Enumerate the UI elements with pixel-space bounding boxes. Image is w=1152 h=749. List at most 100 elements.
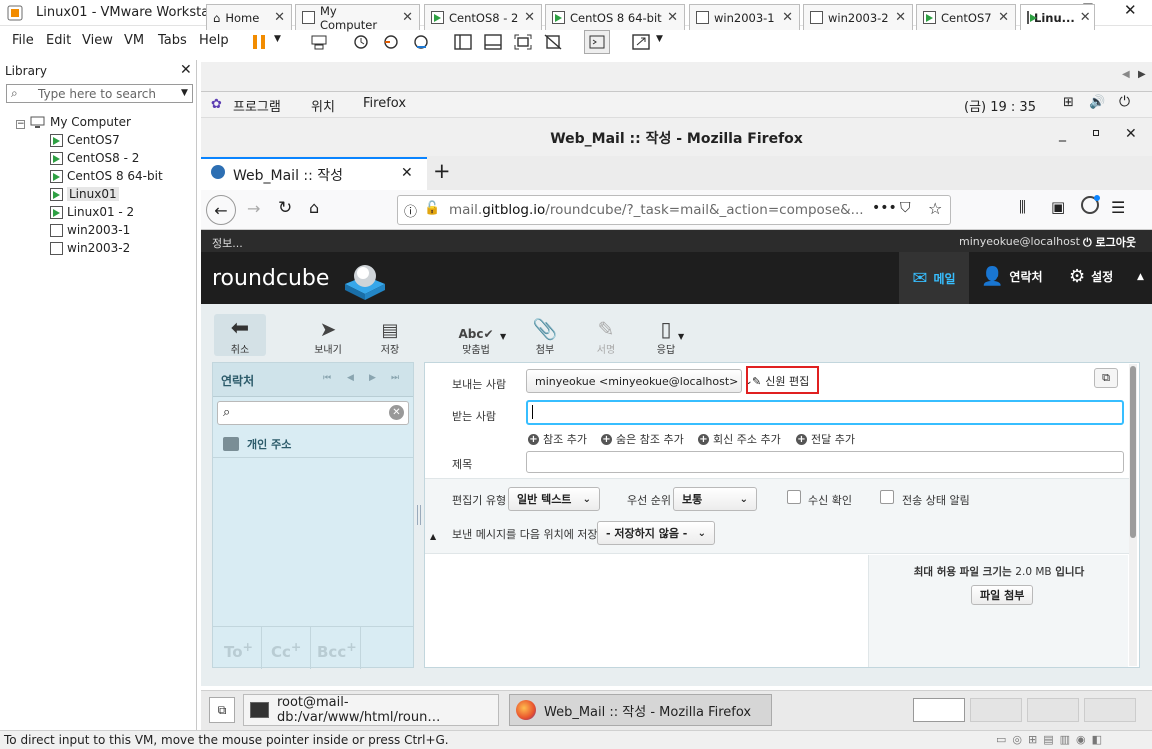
- nav-mail[interactable]: ✉ 메일: [899, 252, 969, 304]
- add-to-button[interactable]: To+: [213, 627, 262, 669]
- compose-scrollbar[interactable]: [1129, 364, 1137, 666]
- spellcheck-button[interactable]: Abc✔ 맞춤법: [446, 314, 506, 356]
- close-library-icon[interactable]: ✕: [180, 62, 192, 78]
- tab-vm[interactable]: win2003-1 ✕: [689, 4, 800, 30]
- full-screen-icon[interactable]: [510, 30, 536, 54]
- tree-my-computer[interactable]: My Computer: [30, 115, 131, 129]
- console-view-icon[interactable]: [584, 30, 610, 54]
- clear-search-icon[interactable]: ✕: [389, 405, 404, 420]
- page-actions-icon[interactable]: •••: [872, 200, 897, 216]
- splitter-handle[interactable]: [417, 505, 421, 525]
- close-tab-icon[interactable]: ✕: [782, 10, 793, 25]
- stretch-icon[interactable]: [628, 30, 654, 54]
- address-book-item[interactable]: 개인 주소: [213, 431, 413, 458]
- send-button[interactable]: ➤ 보내기: [298, 314, 358, 356]
- unity-icon[interactable]: [540, 30, 566, 54]
- tab-vm[interactable]: CentOS8 - 2 ✕: [424, 4, 542, 30]
- gnome-places-menu[interactable]: 위치: [311, 96, 335, 115]
- menu-file[interactable]: File: [12, 33, 34, 48]
- collapse-options-icon[interactable]: ▲: [430, 532, 436, 541]
- tree-vm[interactable]: CentOS7: [50, 131, 120, 149]
- close-tab-icon[interactable]: ✕: [401, 165, 413, 181]
- close-tab-icon[interactable]: ✕: [1080, 10, 1091, 25]
- thumbnail-bar-icon[interactable]: [480, 30, 506, 54]
- first-page-icon[interactable]: ⏮: [323, 373, 331, 383]
- menu-vm[interactable]: VM: [124, 33, 144, 48]
- taskbar-terminal[interactable]: root@mail-db:/var/www/html/roun…: [243, 694, 499, 726]
- chevron-down-icon[interactable]: ▼: [500, 332, 506, 341]
- library-icon[interactable]: ⫼: [1019, 198, 1026, 216]
- about-link[interactable]: 정보...: [212, 235, 243, 251]
- chevron-down-icon[interactable]: ▼: [678, 332, 684, 341]
- bookmark-star-icon[interactable]: ☆: [928, 199, 942, 218]
- chevron-up-icon[interactable]: ▲: [1137, 272, 1144, 282]
- forward-button[interactable]: →: [247, 199, 260, 218]
- tab-vm[interactable]: win2003-2 ✕: [803, 4, 913, 30]
- tab-my-computer[interactable]: My Computer ✕: [295, 4, 420, 32]
- url-bar[interactable]: ⓘ 🔓 mail.gitblog.io/roundcube/?_task=mai…: [397, 195, 951, 225]
- gnome-firefox-menu[interactable]: Firefox: [363, 96, 406, 111]
- save-sent-select[interactable]: - 저장하지 않음 - ⌄: [597, 521, 715, 545]
- tree-vm[interactable]: win2003-2: [50, 239, 130, 257]
- roundcube-logo[interactable]: roundcube: [212, 266, 329, 291]
- workspace-4[interactable]: [1084, 698, 1136, 722]
- chevron-down-icon[interactable]: ▼: [274, 34, 281, 44]
- menu-view[interactable]: View: [82, 33, 113, 48]
- power-icon[interactable]: ⏻: [1119, 94, 1130, 110]
- close-tab-icon[interactable]: ✕: [402, 10, 413, 25]
- cancel-button[interactable]: ⬅ 취소: [210, 314, 270, 356]
- back-button[interactable]: ←: [206, 195, 236, 225]
- nav-contacts[interactable]: 👤 연락처: [981, 266, 1043, 287]
- chevron-down-icon[interactable]: ▼: [181, 88, 188, 98]
- menu-help[interactable]: Help: [199, 33, 229, 48]
- editor-type-select[interactable]: 일반 텍스트 ⌄: [508, 487, 600, 511]
- priority-select[interactable]: 보통 ⌄: [673, 487, 757, 511]
- add-followupto-link[interactable]: + 전달 추가: [796, 431, 855, 447]
- device-status-icons[interactable]: ▭◎⊞▤▥◉◧: [996, 733, 1108, 746]
- prev-page-icon[interactable]: ◀: [347, 373, 354, 383]
- info-icon[interactable]: ⓘ: [404, 201, 417, 220]
- show-library-icon[interactable]: [450, 30, 476, 54]
- attach-file-button[interactable]: 파일 첨부: [971, 585, 1034, 605]
- volume-icon[interactable]: 🔊: [1089, 95, 1105, 110]
- tree-vm-selected[interactable]: Linux01: [50, 185, 119, 203]
- menu-hamburger-icon[interactable]: ☰: [1111, 198, 1125, 217]
- workspace-3[interactable]: [1027, 698, 1079, 722]
- tree-vm[interactable]: CentOS8 - 2: [50, 149, 139, 167]
- tab-scroll-right-icon[interactable]: ▶: [1138, 69, 1146, 80]
- tab-vm[interactable]: CentOS 8 64-bit ✕: [545, 4, 685, 30]
- open-extwin-icon[interactable]: ⧉: [1094, 368, 1118, 388]
- close-button[interactable]: ✕: [1124, 1, 1137, 19]
- tab-linux01-active[interactable]: Linu... ✕: [1020, 4, 1095, 30]
- pause-icon[interactable]: [246, 30, 272, 54]
- show-desktop-icon[interactable]: ⧉: [209, 697, 235, 723]
- close-tab-icon[interactable]: ✕: [998, 10, 1009, 25]
- network-icon[interactable]: ⊞: [1063, 95, 1074, 110]
- menu-edit[interactable]: Edit: [46, 33, 71, 48]
- maximize-button[interactable]: [1093, 130, 1099, 136]
- reload-button[interactable]: ↻: [278, 198, 292, 218]
- tree-vm[interactable]: win2003-1: [50, 221, 130, 239]
- tree-vm[interactable]: CentOS 8 64-bit: [50, 167, 163, 185]
- library-search-input[interactable]: ⌕ Type here to search ▼: [6, 84, 193, 103]
- tab-vm[interactable]: CentOS7 ✕: [916, 4, 1016, 30]
- attach-button[interactable]: 📎 첨부: [515, 314, 575, 356]
- receipt-checkbox[interactable]: [787, 490, 801, 504]
- add-replyto-link[interactable]: + 회신 주소 추가: [698, 431, 781, 447]
- close-tab-icon[interactable]: ✕: [524, 10, 535, 25]
- snapshot-icon[interactable]: [348, 30, 374, 54]
- chevron-down-icon[interactable]: ▼: [656, 34, 663, 44]
- close-tab-icon[interactable]: ✕: [667, 10, 678, 25]
- add-bcc-link[interactable]: + 숨은 참조 추가: [601, 431, 684, 447]
- gnome-applications-menu[interactable]: 프로그램: [233, 96, 281, 115]
- firefox-tab-webmail[interactable]: Web_Mail :: 작성 ✕: [201, 157, 427, 190]
- sidebar-icon[interactable]: ▣: [1051, 198, 1065, 216]
- pocket-icon[interactable]: ⛉: [900, 200, 911, 216]
- collapse-toggle-icon[interactable]: −: [16, 120, 25, 129]
- signature-button[interactable]: ✎ 서명: [576, 314, 636, 356]
- add-bcc-button[interactable]: Bcc+: [312, 627, 361, 669]
- add-cc-button[interactable]: Cc+: [263, 627, 311, 669]
- scrollbar-thumb[interactable]: [1130, 366, 1136, 538]
- send-keys-icon[interactable]: [306, 30, 332, 54]
- menu-tabs[interactable]: Tabs: [158, 33, 187, 48]
